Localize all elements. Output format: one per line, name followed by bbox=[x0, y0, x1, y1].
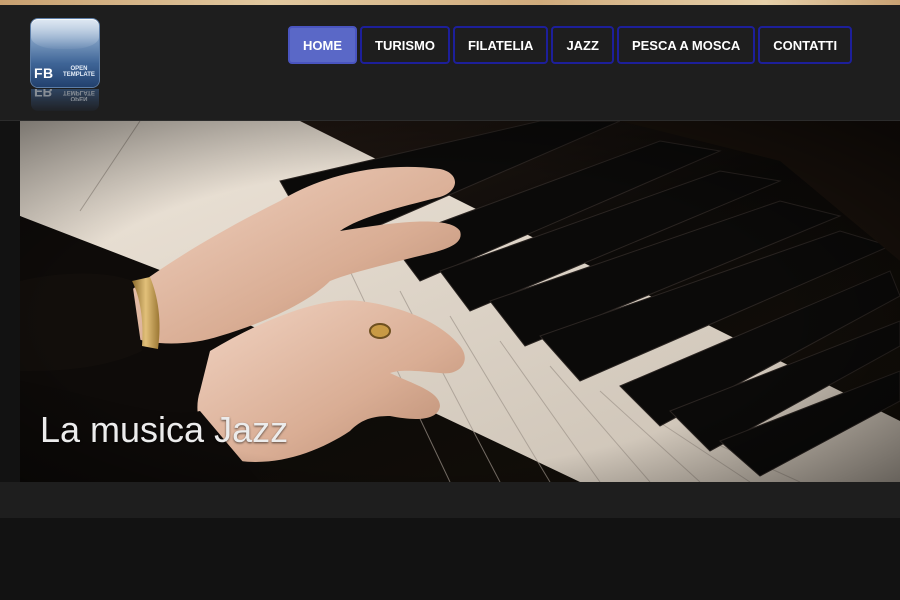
nav-item-jazz[interactable]: JAZZ bbox=[551, 26, 614, 64]
content-band bbox=[0, 482, 900, 518]
logo-reflection: FB OPEN TEMPLATE bbox=[31, 89, 99, 111]
nav-item-pesca-a-mosca[interactable]: PESCA A MOSCA bbox=[616, 26, 756, 64]
site-logo[interactable]: FB OPEN TEMPLATE bbox=[31, 19, 99, 87]
logo-shine bbox=[31, 19, 99, 49]
logo-initials: FB bbox=[34, 65, 54, 81]
nav-item-contatti[interactable]: CONTATTI bbox=[758, 26, 853, 64]
logo-reflection-initials: FB bbox=[34, 89, 53, 100]
hero-caption: La musica Jazz bbox=[40, 409, 289, 450]
logo-subtitle: OPEN TEMPLATE bbox=[60, 66, 98, 78]
logo-subtitle-line2: TEMPLATE bbox=[63, 72, 95, 78]
hero-slider: La musica Jazz bbox=[20, 121, 900, 482]
nav-item-turismo[interactable]: TURISMO bbox=[360, 26, 450, 64]
nav-item-filatelia[interactable]: FILATELIA bbox=[452, 26, 549, 64]
main-nav: HOME TURISMO FILATELIA JAZZ PESCA A MOSC… bbox=[288, 26, 853, 64]
site-header: FB OPEN TEMPLATE FB OPEN TEMPLATE HOME TU… bbox=[0, 5, 900, 121]
logo-reflection-subtitle: OPEN TEMPLATE bbox=[63, 89, 95, 101]
nav-item-home[interactable]: HOME bbox=[288, 26, 357, 64]
